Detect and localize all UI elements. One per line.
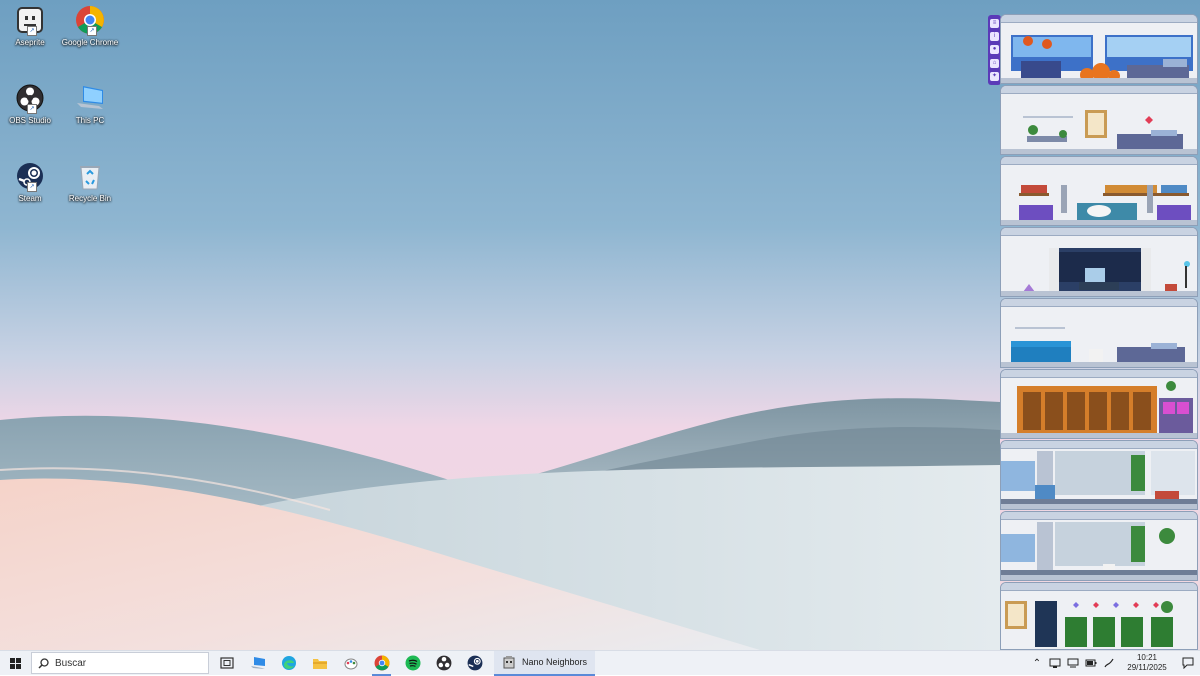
network-icon[interactable] [1048,656,1062,670]
shortcut-arrow-icon: ↗ [27,26,37,36]
nano-neighbors-icon [503,656,515,669]
floor-greenhouse-lab[interactable] [1000,440,1198,510]
pen-icon[interactable] [1102,656,1116,670]
laptop-icon [250,657,265,669]
desktop-icon-label: Google Chrome [61,38,119,47]
clock-time: 10:21 [1136,653,1158,662]
steam-icon: ↗ [14,160,46,192]
floor-bedroom[interactable] [1000,85,1198,155]
display-icon[interactable] [1066,656,1080,670]
menu-icon[interactable]: ≡ [990,19,999,29]
clock-date: 29/11/2025 [1127,663,1167,672]
desktop-icon-obs[interactable]: ↗ OBS Studio [0,82,60,125]
chrome-taskbar-button[interactable] [366,651,397,676]
nano-neighbors-tower [1000,14,1198,650]
edge-button[interactable] [273,651,304,676]
desktop-icon-recycle-bin[interactable]: Recycle Bin [60,160,120,203]
system-tray: ⌃ 10:21 29/11/2025 [1028,651,1200,675]
settings-icon[interactable]: ✦ [990,71,999,81]
desktop-icon-label: Steam [18,194,42,203]
floor-living-room-sofa[interactable] [1000,298,1198,368]
floor-greenhouse[interactable] [1000,511,1198,581]
desktop-icon-steam[interactable]: ↗ Steam [0,160,60,203]
windows-logo-icon [9,657,21,669]
spotify-button[interactable] [397,651,428,676]
desktop-icon-label: Aseprite [15,38,45,47]
obs-icon: ↗ [14,82,46,114]
start-button[interactable] [0,651,30,676]
desktop-icon-label: OBS Studio [9,116,51,125]
floor-office-night-window[interactable] [1000,227,1198,297]
search-box[interactable]: Buscar [31,652,209,674]
system-clock[interactable]: 10:21 29/11/2025 [1122,653,1172,673]
notification-icon [1182,657,1194,669]
shortcut-arrow-icon: ↗ [87,26,97,36]
steam-taskbar-button[interactable] [459,651,490,676]
battery-icon[interactable] [1084,656,1098,670]
spotify-icon [405,655,420,671]
recycle-bin-icon [74,160,106,192]
notification-center-button[interactable] [1176,651,1200,675]
floor-living-room-halloween[interactable] [1000,14,1198,84]
desktop-icon-aseprite[interactable]: ↗ Aseprite [0,4,60,47]
laptop-app-button[interactable] [242,651,273,676]
chrome-icon [374,655,389,671]
chevron-up-icon[interactable]: ⌃ [1030,656,1044,670]
edge-icon [281,656,296,670]
search-placeholder: Buscar [55,657,87,669]
shortcut-arrow-icon: ↗ [27,182,37,192]
desktop-icon-chrome[interactable]: ↗ Google Chrome [60,4,120,47]
desktop-icon-label: Recycle Bin [68,194,112,203]
search-icon [38,657,49,669]
shortcut-arrow-icon: ↗ [27,104,37,114]
file-explorer-button[interactable] [304,651,335,676]
info-icon[interactable]: i [990,32,999,42]
user-icon[interactable]: ● [990,45,999,55]
obs-icon [436,655,451,671]
nano-neighbors-taskbar-button[interactable]: Nano Neighbors [494,650,596,676]
steam-icon [467,655,482,671]
desktop-icon-label: This PC [75,116,105,125]
desktop-icon-this-pc[interactable]: This PC [60,82,120,125]
paint-icon [344,658,357,670]
open-app-label: Nano Neighbors [522,657,588,667]
floor-arcade[interactable] [1000,582,1198,650]
chrome-icon: ↗ [74,4,106,36]
this-pc-icon [74,82,106,114]
home-icon[interactable]: ⌂ [990,58,999,68]
file-explorer-icon [312,659,327,669]
paint-button[interactable] [335,651,366,676]
task-view-button[interactable] [211,651,242,676]
taskbar: Buscar Nano Neighbors ⌃ 10:21 29/11/2025 [0,650,1200,676]
floor-library-lounge[interactable] [1000,156,1198,226]
task-view-icon [219,657,234,669]
obs-taskbar-button[interactable] [428,651,459,676]
aseprite-icon: ↗ [14,4,46,36]
floor-bookstore[interactable] [1000,369,1198,439]
